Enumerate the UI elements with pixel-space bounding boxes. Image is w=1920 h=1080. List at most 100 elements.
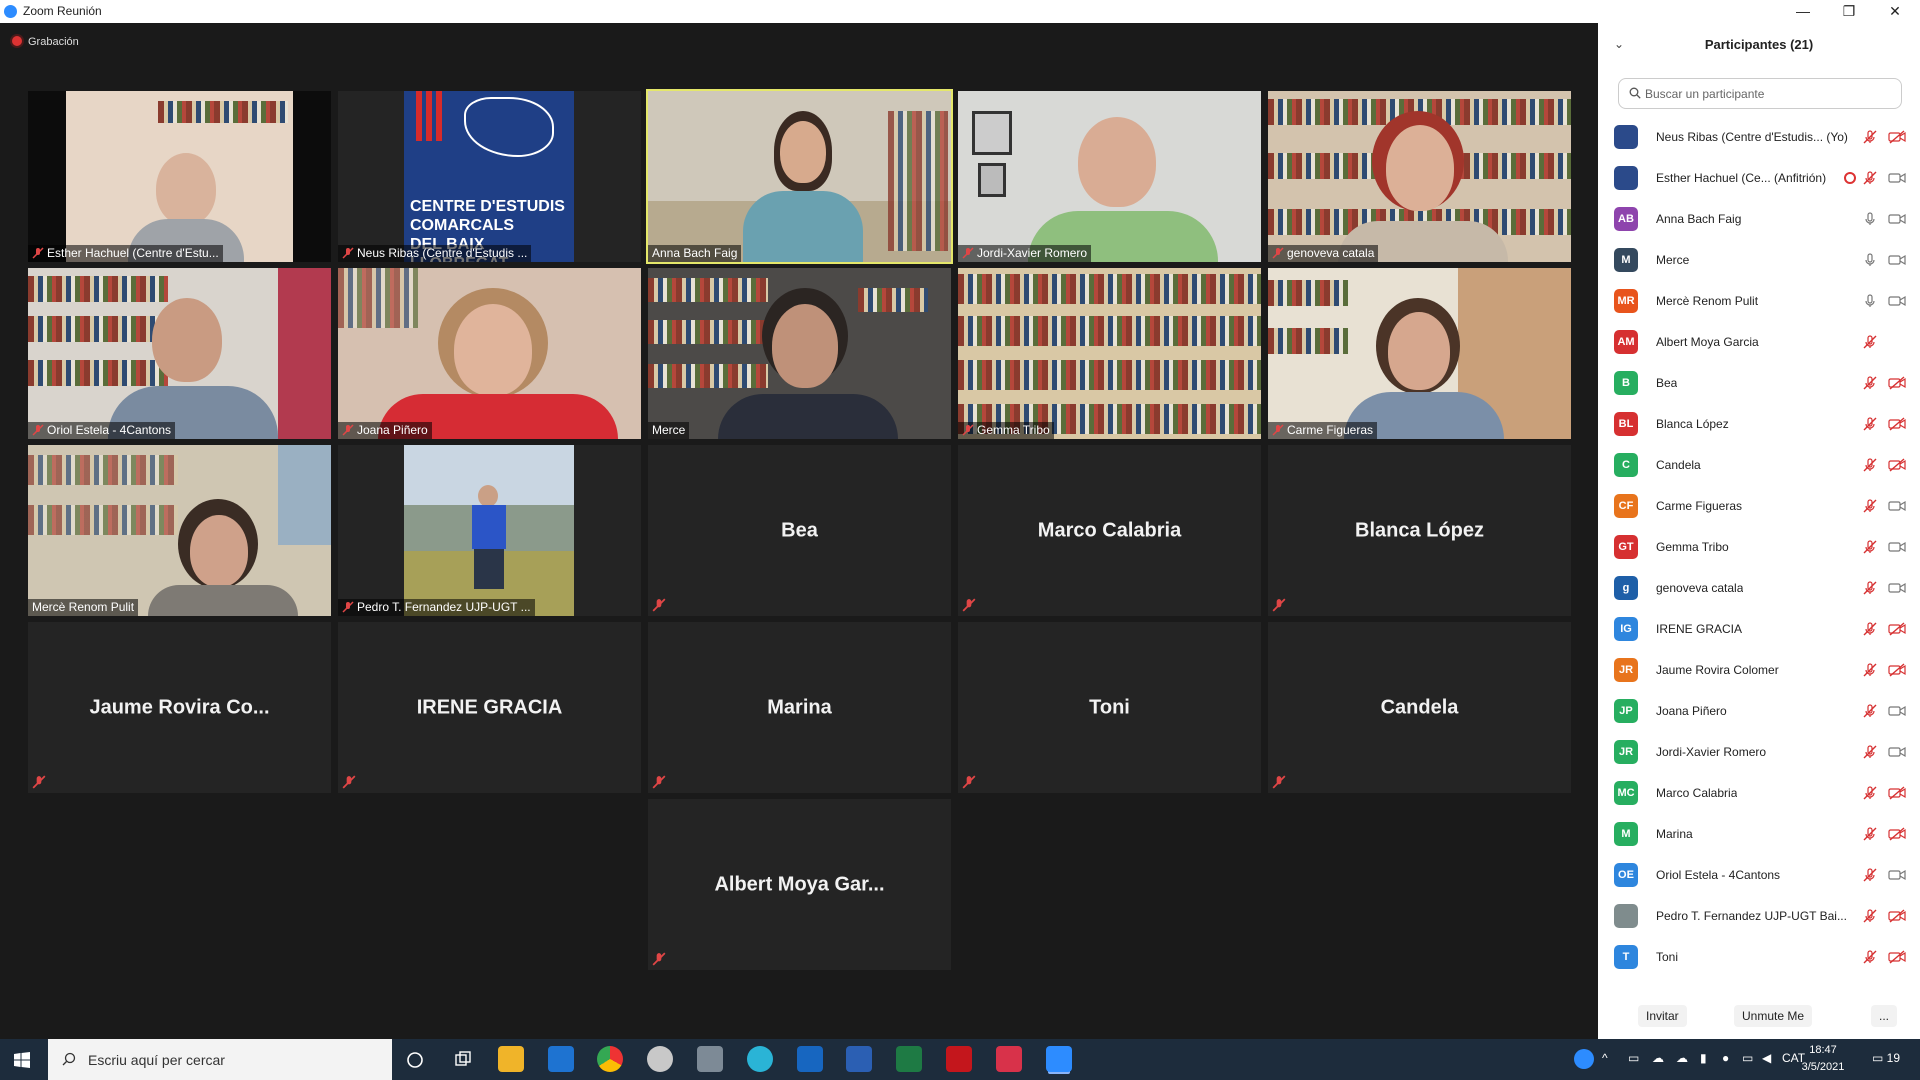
video-tile[interactable]: Oriol Estela - 4Cantons	[28, 268, 331, 439]
search-input[interactable]	[1645, 84, 1895, 103]
camera-icon[interactable]	[1888, 171, 1906, 185]
participant-row[interactable]: C Candela	[1598, 445, 1920, 486]
participant-row[interactable]: MC Marco Calabria	[1598, 773, 1920, 814]
muted-mic-icon[interactable]	[1863, 745, 1877, 759]
volume-icon[interactable]: ◀	[1762, 1051, 1771, 1065]
participant-row[interactable]: T Toni	[1598, 937, 1920, 978]
tray-app-icon[interactable]: ▭	[1628, 1051, 1639, 1065]
participant-row[interactable]: B Bea	[1598, 363, 1920, 404]
mail-icon[interactable]	[548, 1046, 574, 1072]
camera-icon[interactable]	[1888, 745, 1906, 759]
camera-off-icon[interactable]	[1888, 950, 1906, 964]
mic-icon[interactable]	[1863, 212, 1877, 226]
video-tile[interactable]: CENTRE D'ESTUDISCOMARCALSDEL BAIX LLOBRE…	[338, 91, 641, 262]
participant-row[interactable]: MR Mercè Renom Pulit	[1598, 281, 1920, 322]
windows-start-icon[interactable]	[14, 1052, 30, 1068]
participant-search[interactable]	[1618, 78, 1902, 109]
muted-mic-icon[interactable]	[1863, 130, 1877, 144]
participant-row[interactable]: Neus Ribas (Centre d'Estudis... (Yo)	[1598, 117, 1920, 158]
minimize-button[interactable]: —	[1780, 0, 1826, 23]
video-tile[interactable]: Joana Piñero	[338, 268, 641, 439]
muted-mic-icon[interactable]	[1863, 540, 1877, 554]
acrobat-icon[interactable]	[946, 1046, 972, 1072]
camera-off-icon[interactable]	[1888, 909, 1906, 923]
camera-off-icon[interactable]	[1888, 417, 1906, 431]
video-tile[interactable]: Mercè Renom Pulit	[28, 445, 331, 616]
zoom-taskbar-icon[interactable]	[1046, 1046, 1072, 1072]
participant-row[interactable]: OE Oriol Estela - 4Cantons	[1598, 855, 1920, 896]
camera-off-icon[interactable]	[1888, 622, 1906, 636]
participant-row[interactable]: M Marina	[1598, 814, 1920, 855]
onedrive-icon[interactable]: ☁	[1652, 1051, 1664, 1065]
camera-off-icon[interactable]	[1888, 663, 1906, 677]
battery-icon[interactable]: ▮	[1700, 1051, 1707, 1065]
video-tile-no-video[interactable]: Marina	[648, 622, 951, 793]
participant-row[interactable]: CF Carme Figueras	[1598, 486, 1920, 527]
video-tile[interactable]: Jordi-Xavier Romero	[958, 91, 1261, 262]
recording-indicator[interactable]: Grabación	[12, 36, 79, 48]
video-tile-no-video[interactable]: Toni	[958, 622, 1261, 793]
chrome-icon[interactable]	[597, 1046, 623, 1072]
participant-row[interactable]: GT Gemma Tribo	[1598, 527, 1920, 568]
participant-row[interactable]: IG IRENE GRACIA	[1598, 609, 1920, 650]
close-button[interactable]: ✕	[1872, 0, 1918, 23]
video-tile-no-video[interactable]: Bea	[648, 445, 951, 616]
task-view-icon[interactable]	[454, 1051, 472, 1069]
mic-icon[interactable]	[1863, 294, 1877, 308]
microphone-icon[interactable]: ●	[1722, 1051, 1729, 1065]
video-tile-no-video[interactable]: Blanca López	[1268, 445, 1571, 616]
muted-mic-icon[interactable]	[1863, 581, 1877, 595]
edge-icon[interactable]	[747, 1046, 773, 1072]
word-icon[interactable]	[846, 1046, 872, 1072]
video-tile[interactable]: genoveva catala	[1268, 91, 1571, 262]
muted-mic-icon[interactable]	[1863, 786, 1877, 800]
muted-mic-icon[interactable]	[1863, 909, 1877, 923]
video-tile[interactable]: Gemma Tribo	[958, 268, 1261, 439]
muted-mic-icon[interactable]	[1863, 704, 1877, 718]
video-tile-no-video[interactable]: Albert Moya Gar...	[648, 799, 951, 970]
muted-mic-icon[interactable]	[1863, 622, 1877, 636]
video-tile[interactable]: Pedro T. Fernandez UJP-UGT ...	[338, 445, 641, 616]
outlook-icon[interactable]	[797, 1046, 823, 1072]
camera-icon[interactable]	[1888, 294, 1906, 308]
camera-off-icon[interactable]	[1888, 827, 1906, 841]
muted-mic-icon[interactable]	[1863, 376, 1877, 390]
camera-icon[interactable]	[1888, 212, 1906, 226]
video-tile[interactable]: Merce	[648, 268, 951, 439]
participant-row[interactable]: AM Albert Moya Garcia	[1598, 322, 1920, 363]
camera-icon[interactable]	[1888, 581, 1906, 595]
muted-mic-icon[interactable]	[1863, 458, 1877, 472]
excel-icon[interactable]	[896, 1046, 922, 1072]
camera-off-icon[interactable]	[1888, 458, 1906, 472]
video-tile-no-video[interactable]: Candela	[1268, 622, 1571, 793]
network-icon[interactable]: ▭	[1742, 1051, 1753, 1065]
cortana-icon[interactable]	[406, 1051, 424, 1069]
participant-row[interactable]: JR Jordi-Xavier Romero	[1598, 732, 1920, 773]
app-icon[interactable]	[647, 1046, 673, 1072]
video-tile[interactable]: Esther Hachuel (Centre d'Estu...	[28, 91, 331, 262]
camera-off-icon[interactable]	[1888, 376, 1906, 390]
muted-mic-icon[interactable]	[1863, 499, 1877, 513]
camera-icon[interactable]	[1888, 253, 1906, 267]
muted-mic-icon[interactable]	[1863, 868, 1877, 882]
mic-icon[interactable]	[1863, 253, 1877, 267]
muted-mic-icon[interactable]	[1863, 417, 1877, 431]
participant-row[interactable]: BL Blanca López	[1598, 404, 1920, 445]
help-icon[interactable]	[1574, 1049, 1594, 1069]
muted-mic-icon[interactable]	[1863, 663, 1877, 677]
video-tile-no-video[interactable]: Marco Calabria	[958, 445, 1261, 616]
camera-icon[interactable]	[1888, 499, 1906, 513]
maximize-button[interactable]: ❐	[1826, 0, 1872, 23]
participant-row[interactable]: JR Jaume Rovira Colomer	[1598, 650, 1920, 691]
camera-off-icon[interactable]	[1888, 786, 1906, 800]
muted-mic-icon[interactable]	[1863, 950, 1877, 964]
unmute-me-button[interactable]: Unmute Me	[1734, 1005, 1813, 1027]
video-tile-no-video[interactable]: Jaume Rovira Co...	[28, 622, 331, 793]
participant-row[interactable]: Pedro T. Fernandez UJP-UGT Bai...	[1598, 896, 1920, 937]
camera-icon[interactable]	[1888, 704, 1906, 718]
notification-center-icon[interactable]: ▭ 19	[1872, 1051, 1900, 1065]
participant-row[interactable]: AB Anna Bach Faig	[1598, 199, 1920, 240]
muted-mic-icon[interactable]	[1863, 335, 1877, 349]
more-options-button[interactable]: ...	[1871, 1005, 1898, 1027]
camera-icon[interactable]	[1888, 540, 1906, 554]
